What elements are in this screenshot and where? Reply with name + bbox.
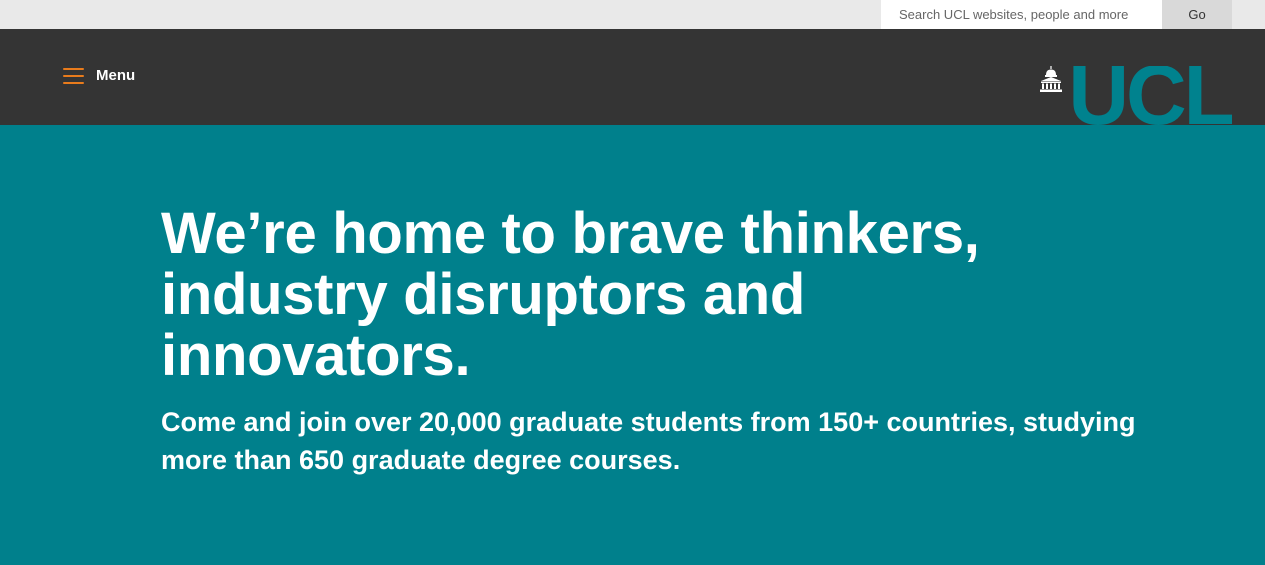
hero-banner: We’re home to brave thinkers, industry d… <box>0 125 1265 565</box>
hero-headline: We’re home to brave thinkers, industry d… <box>161 201 980 388</box>
site-header: Menu UCL <box>0 29 1265 125</box>
menu-label: Menu <box>96 67 136 84</box>
hero-subheadline: Come and join over 20,000 graduate stude… <box>161 407 1136 475</box>
ucl-wordmark: UCL <box>1068 66 1232 125</box>
utility-bar: Go <box>0 0 1265 29</box>
hamburger-icon <box>63 67 84 84</box>
ucl-logo[interactable]: UCL <box>1040 66 1232 125</box>
search-form: Go <box>881 0 1232 29</box>
search-go-button[interactable]: Go <box>1162 0 1232 29</box>
portico-icon <box>1040 66 1063 92</box>
search-input[interactable] <box>881 0 1162 29</box>
menu-button[interactable]: Menu <box>63 67 135 84</box>
